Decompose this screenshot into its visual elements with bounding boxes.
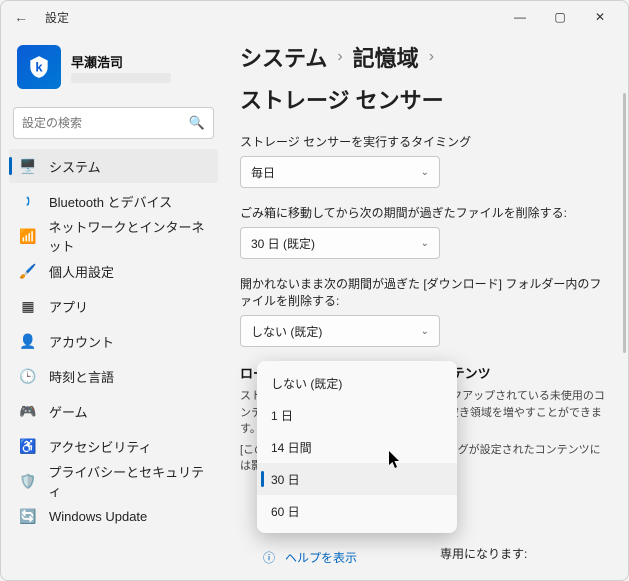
chevron-down-icon: ⌄ (421, 238, 429, 249)
minimize-button[interactable]: — (500, 3, 540, 31)
maximize-button[interactable]: ▢ (540, 3, 580, 31)
sidebar-item-bluetooth[interactable]: 🕽 Bluetooth とデバイス (9, 184, 218, 218)
timing-value: 毎日 (251, 164, 275, 181)
sidebar-item-label: アカウント (49, 332, 114, 351)
dropdown-option[interactable]: 1 日 (257, 399, 457, 431)
back-button[interactable]: ← (9, 5, 33, 29)
sidebar-item-label: システム (49, 157, 101, 176)
scrollbar[interactable] (623, 93, 626, 353)
svg-text:k: k (35, 59, 43, 74)
sidebar-item-label: Windows Update (49, 509, 147, 524)
sidebar-item-apps[interactable]: ▦ アプリ (9, 289, 218, 323)
timing-select[interactable]: 毎日 ⌄ (240, 156, 440, 188)
sidebar: k 早瀬浩司 🔍 🖥️ システム 🕽 Bluetooth とデバイス 📶 ネットワークとイ… (1, 33, 226, 580)
sidebar-item-label: 時刻と言語 (49, 367, 114, 386)
downloads-select[interactable]: しない (既定) ⌄ (240, 315, 440, 347)
chevron-right-icon: › (429, 48, 434, 66)
sidebar-item-label: プライバシーとセキュリティ (48, 462, 208, 500)
profile-name: 早瀬浩司 (71, 52, 171, 71)
timing-label: ストレージ センサーを実行するタイミング (240, 133, 608, 150)
sidebar-item-label: Bluetooth とデバイス (49, 192, 172, 211)
breadcrumb-0[interactable]: システム (240, 41, 327, 73)
breadcrumb-1[interactable]: 記憶域 (353, 41, 419, 73)
sidebar-item-network[interactable]: 📶 ネットワークとインターネット (9, 219, 218, 253)
bluetooth-icon: 🕽 (19, 192, 37, 210)
breadcrumb: システム › 記憶域 › ストレージ センサー (240, 41, 608, 115)
recycle-label: ごみ箱に移動してから次の期間が過ぎたファイルを削除する: (240, 204, 608, 221)
close-button[interactable]: ✕ (580, 3, 620, 31)
sidebar-item-label: アクセシビリティ (49, 437, 152, 456)
update-icon: 🔄 (19, 507, 37, 525)
account-icon: 👤 (19, 332, 37, 350)
sidebar-item-label: ネットワークとインターネット (48, 217, 208, 255)
dropdown-option[interactable]: しない (既定) (257, 367, 457, 399)
sidebar-item-time[interactable]: 🕒 時刻と言語 (9, 359, 218, 393)
sidebar-item-system[interactable]: 🖥️ システム (9, 149, 218, 183)
chevron-right-icon: › (337, 48, 342, 66)
profile-email-redacted (71, 73, 171, 83)
sidebar-item-privacy[interactable]: 🛡️ プライバシーとセキュリティ (9, 464, 218, 498)
profile[interactable]: k 早瀬浩司 (5, 41, 222, 101)
dropdown-option[interactable]: 14 日間 (257, 431, 457, 463)
sidebar-item-accessibility[interactable]: ♿ アクセシビリティ (9, 429, 218, 463)
cloud-period-dropdown: しない (既定)1 日14 日間30 日60 日 (257, 361, 457, 533)
sidebar-item-label: ゲーム (49, 402, 88, 421)
chevron-down-icon: ⌄ (421, 326, 429, 337)
window-title: 設定 (45, 9, 500, 26)
time-icon: 🕒 (19, 367, 37, 385)
avatar: k (17, 45, 61, 89)
personalize-icon: 🖌️ (19, 262, 37, 280)
help-row[interactable]: ⓘ ヘルプを表示 (263, 549, 357, 566)
downloads-label: 開かれないまま次の期間が過ぎた [ダウンロード] フォルダー内のファイルを削除す… (240, 275, 608, 309)
system-icon: 🖥️ (19, 157, 37, 175)
downloads-value: しない (既定) (251, 323, 322, 340)
sidebar-item-personalize[interactable]: 🖌️ 個人用設定 (9, 254, 218, 288)
breadcrumb-2: ストレージ センサー (240, 83, 444, 115)
dropdown-option[interactable]: 30 日 (257, 463, 457, 495)
sidebar-item-label: 個人用設定 (49, 262, 114, 281)
network-icon: 📶 (19, 227, 36, 245)
settings-window: ← 設定 — ▢ ✕ k 早瀬浩司 🔍 🖥️システム🕽Bluetoot (0, 0, 629, 581)
accessibility-icon: ♿ (19, 437, 37, 455)
help-icon: ⓘ (263, 549, 275, 566)
sidebar-item-account[interactable]: 👤 アカウント (9, 324, 218, 358)
run-now-button[interactable]: 今すぐストレージ センサーを実行する (240, 580, 477, 581)
recycle-select[interactable]: 30 日 (既定) ⌄ (240, 227, 440, 259)
search-box[interactable]: 🔍 (13, 107, 214, 139)
nav-list: 🖥️ システム 🕽 Bluetooth とデバイス 📶 ネットワークとインターネット 🖌️ 個… (5, 149, 222, 533)
apps-icon: ▦ (19, 297, 37, 315)
recycle-value: 30 日 (既定) (251, 235, 315, 252)
privacy-icon: 🛡️ (19, 472, 36, 490)
search-input[interactable] (22, 116, 189, 130)
gaming-icon: 🎮 (19, 402, 37, 420)
search-icon: 🔍 (189, 115, 205, 131)
titlebar: ← 設定 — ▢ ✕ (1, 1, 628, 33)
help-link[interactable]: ヘルプを表示 (285, 549, 357, 566)
dropdown-option[interactable]: 60 日 (257, 495, 457, 527)
sidebar-item-label: アプリ (49, 297, 88, 316)
sidebar-item-gaming[interactable]: 🎮 ゲーム (9, 394, 218, 428)
chevron-down-icon: ⌄ (421, 167, 429, 178)
sidebar-item-update[interactable]: 🔄 Windows Update (9, 499, 218, 533)
